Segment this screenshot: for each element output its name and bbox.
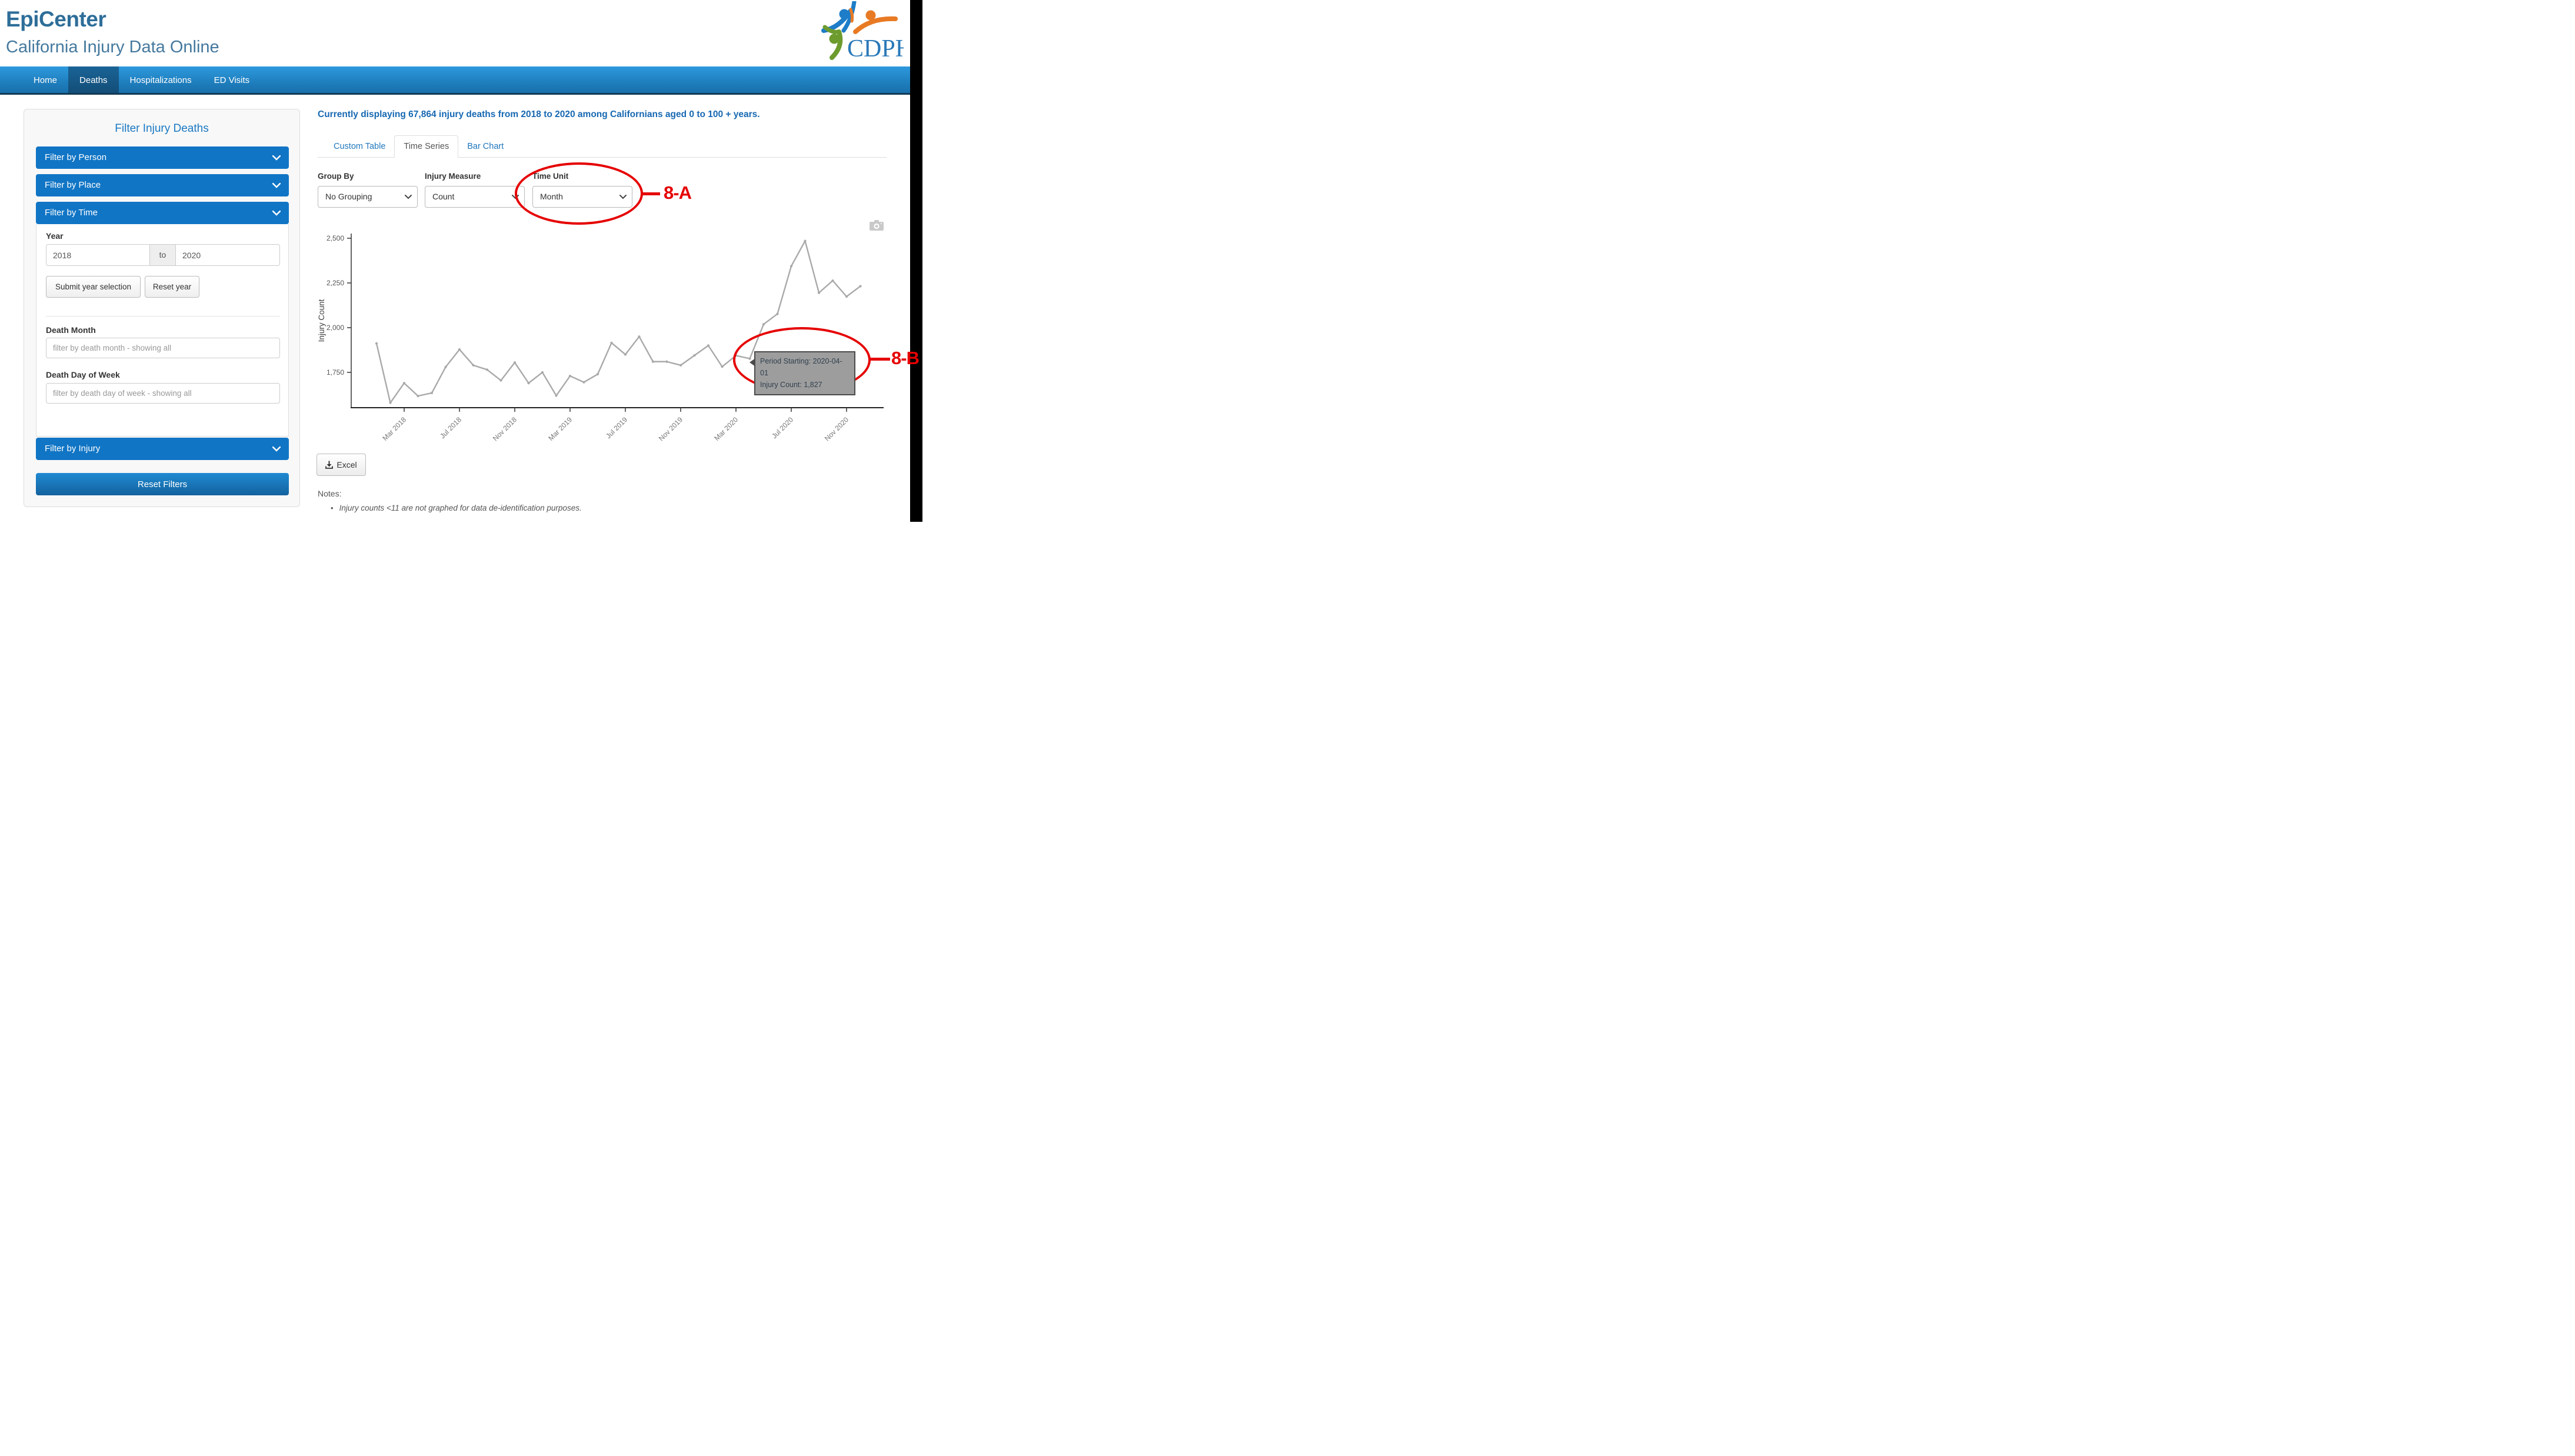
nav-item-hospitalizations[interactable]: Hospitalizations bbox=[119, 66, 203, 93]
injury-measure-label: Injury Measure bbox=[425, 172, 481, 181]
page: EpiCenter California Injury Data Online … bbox=[0, 0, 922, 522]
tab-custom-table[interactable]: Custom Table bbox=[325, 135, 394, 157]
svg-text:Nov 2018: Nov 2018 bbox=[491, 415, 518, 442]
group-by-select[interactable]: No Grouping bbox=[318, 186, 418, 208]
annotation-ellipse-a bbox=[515, 162, 643, 225]
main-navbar: Home Deaths Hospitalizations ED Visits bbox=[0, 66, 910, 95]
svg-text:2,500: 2,500 bbox=[327, 234, 344, 242]
injury-measure-select[interactable]: Count bbox=[425, 186, 525, 208]
nav-item-ed-visits[interactable]: ED Visits bbox=[203, 66, 261, 93]
accordion-label: Filter by Injury bbox=[45, 444, 100, 454]
death-month-input[interactable] bbox=[46, 338, 280, 358]
accordion-filter-by-injury[interactable]: Filter by Injury bbox=[36, 438, 289, 460]
cdph-logo-text: CDPH bbox=[847, 35, 904, 62]
year-to-addon: to bbox=[150, 244, 175, 266]
cdph-logo-icon: CDPH bbox=[817, 1, 904, 66]
svg-text:2,000: 2,000 bbox=[327, 324, 344, 332]
bullet-icon: • bbox=[331, 504, 334, 512]
group-by-value: No Grouping bbox=[318, 186, 417, 207]
sidebar-title: Filter Injury Deaths bbox=[24, 122, 299, 135]
year-from-input[interactable] bbox=[46, 244, 150, 266]
annotation-label-a: 8-A bbox=[664, 182, 691, 204]
svg-text:Mar 2020: Mar 2020 bbox=[712, 415, 739, 442]
year-to-input[interactable] bbox=[175, 244, 280, 266]
svg-text:Injury Count: Injury Count bbox=[318, 299, 326, 342]
download-icon bbox=[325, 461, 333, 469]
chevron-down-icon bbox=[272, 155, 281, 161]
accordion-filter-by-time[interactable]: Filter by Time bbox=[36, 202, 289, 224]
summary-text: Currently displaying 67,864 injury death… bbox=[318, 109, 847, 120]
screenshot-black-edge bbox=[910, 0, 922, 522]
svg-text:Jul 2019: Jul 2019 bbox=[604, 415, 629, 440]
accordion-filter-by-person[interactable]: Filter by Person bbox=[36, 146, 289, 169]
svg-text:Nov 2020: Nov 2020 bbox=[823, 415, 850, 442]
chevron-down-icon bbox=[272, 183, 281, 188]
svg-text:Mar 2018: Mar 2018 bbox=[381, 415, 408, 442]
accordion-filter-by-place[interactable]: Filter by Place bbox=[36, 174, 289, 196]
annotation-line-a bbox=[642, 192, 660, 195]
svg-text:Jul 2020: Jul 2020 bbox=[770, 415, 795, 440]
svg-text:1,750: 1,750 bbox=[327, 368, 344, 377]
app-subtitle: California Injury Data Online bbox=[6, 38, 219, 57]
injury-measure-value: Count bbox=[425, 186, 524, 207]
accordion-label: Filter by Person bbox=[45, 152, 106, 162]
tooltip-count: Injury Count: 1,827 bbox=[760, 379, 850, 391]
accordion-label: Filter by Time bbox=[45, 208, 98, 218]
nav-item-deaths[interactable]: Deaths bbox=[68, 66, 119, 93]
svg-text:2,250: 2,250 bbox=[327, 279, 344, 287]
svg-text:Mar 2019: Mar 2019 bbox=[547, 415, 574, 442]
annotation-line-b bbox=[870, 358, 890, 361]
group-by-label: Group By bbox=[318, 172, 354, 181]
filter-sidebar: Filter Injury Deaths Filter by Person Fi… bbox=[24, 109, 300, 507]
year-range-group: to bbox=[46, 244, 280, 266]
nav-item-home[interactable]: Home bbox=[22, 66, 68, 93]
chevron-down-icon bbox=[272, 211, 281, 216]
tooltip-period: Period Starting: 2020-04-01 bbox=[760, 355, 850, 379]
reset-filters-button[interactable]: Reset Filters bbox=[36, 473, 289, 495]
death-month-label: Death Month bbox=[46, 325, 96, 335]
chart-tooltip: Period Starting: 2020-04-01 Injury Count… bbox=[754, 351, 855, 395]
death-day-label: Death Day of Week bbox=[46, 370, 120, 379]
svg-text:Nov 2019: Nov 2019 bbox=[657, 415, 684, 442]
chevron-down-icon bbox=[272, 447, 281, 452]
excel-button-label: Excel bbox=[337, 460, 357, 469]
app-title: EpiCenter bbox=[6, 7, 106, 32]
tab-time-series[interactable]: Time Series bbox=[394, 135, 458, 158]
accordion-label: Filter by Place bbox=[45, 180, 101, 190]
filter-by-time-panel: Year to Submit year selection Reset year… bbox=[36, 224, 289, 437]
death-day-input[interactable] bbox=[46, 383, 280, 404]
excel-download-button[interactable]: Excel bbox=[317, 454, 366, 476]
chevron-down-icon bbox=[405, 195, 412, 199]
year-label: Year bbox=[46, 231, 64, 241]
annotation-label-b: 8-B bbox=[891, 348, 919, 369]
notes-heading: Notes: bbox=[318, 489, 341, 498]
view-tabs: Custom Table Time Series Bar Chart bbox=[318, 135, 887, 158]
reset-year-button[interactable]: Reset year bbox=[145, 276, 199, 298]
svg-text:Jul 2018: Jul 2018 bbox=[438, 415, 463, 440]
submit-year-button[interactable]: Submit year selection bbox=[46, 276, 141, 298]
tab-bar-chart[interactable]: Bar Chart bbox=[458, 135, 512, 157]
note-item: • Injury counts <11 are not graphed for … bbox=[331, 504, 582, 512]
note-text: Injury counts <11 are not graphed for da… bbox=[339, 504, 582, 512]
